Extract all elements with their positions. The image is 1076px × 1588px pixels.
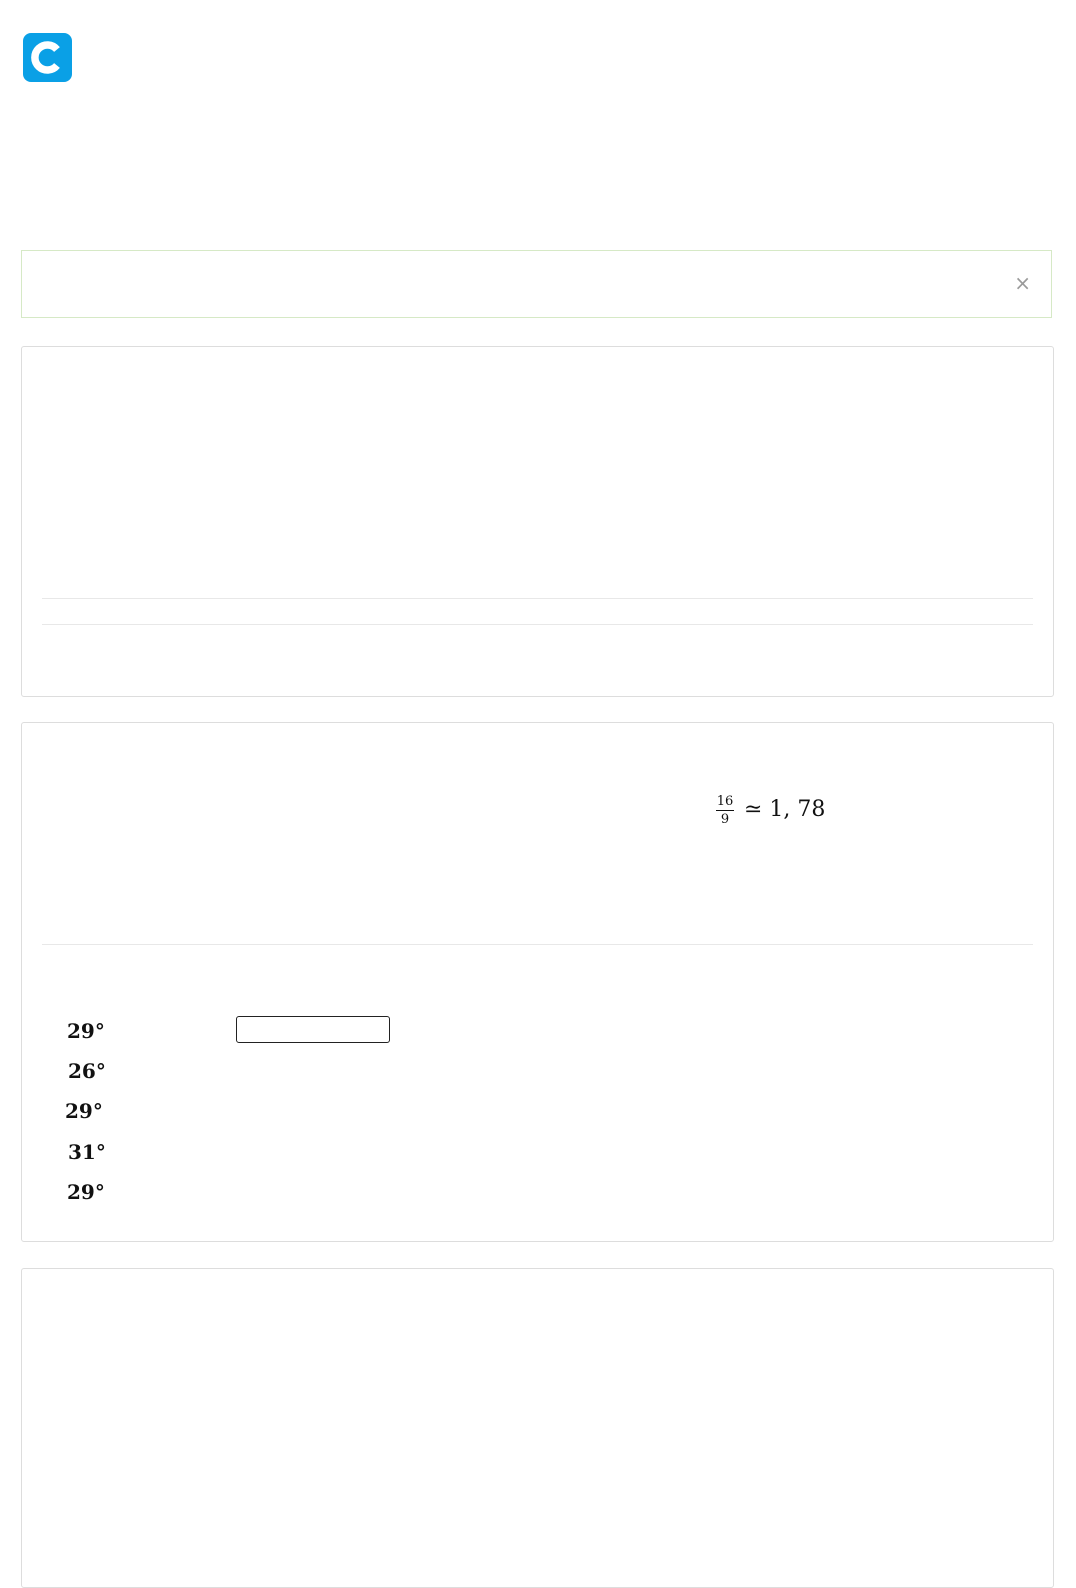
answer-input[interactable] <box>236 1016 390 1043</box>
card-divider <box>42 624 1033 625</box>
content-card-1 <box>21 346 1054 697</box>
content-card-2 <box>21 722 1054 1242</box>
card-divider <box>42 944 1033 945</box>
fraction-denominator: 9 <box>720 812 730 827</box>
fraction-numerator: 16 <box>716 794 734 809</box>
success-alert: × <box>21 250 1052 318</box>
card-divider <box>42 598 1033 599</box>
temperature-value: 29° <box>67 1019 105 1043</box>
alert-close-button[interactable]: × <box>1014 271 1031 295</box>
temperature-value: 26° <box>68 1059 106 1083</box>
temperature-value: 31° <box>68 1140 106 1164</box>
site-logo[interactable] <box>23 33 72 82</box>
fraction-bar <box>716 810 734 811</box>
content-card-3 <box>21 1268 1054 1588</box>
aspect-ratio-fraction: 16 9 <box>716 794 734 827</box>
c-logo-icon <box>23 33 72 82</box>
temperature-value: 29° <box>67 1180 105 1204</box>
approx-value: ≃ 1, 78 <box>744 797 826 822</box>
temperature-value: 29° <box>65 1099 103 1123</box>
